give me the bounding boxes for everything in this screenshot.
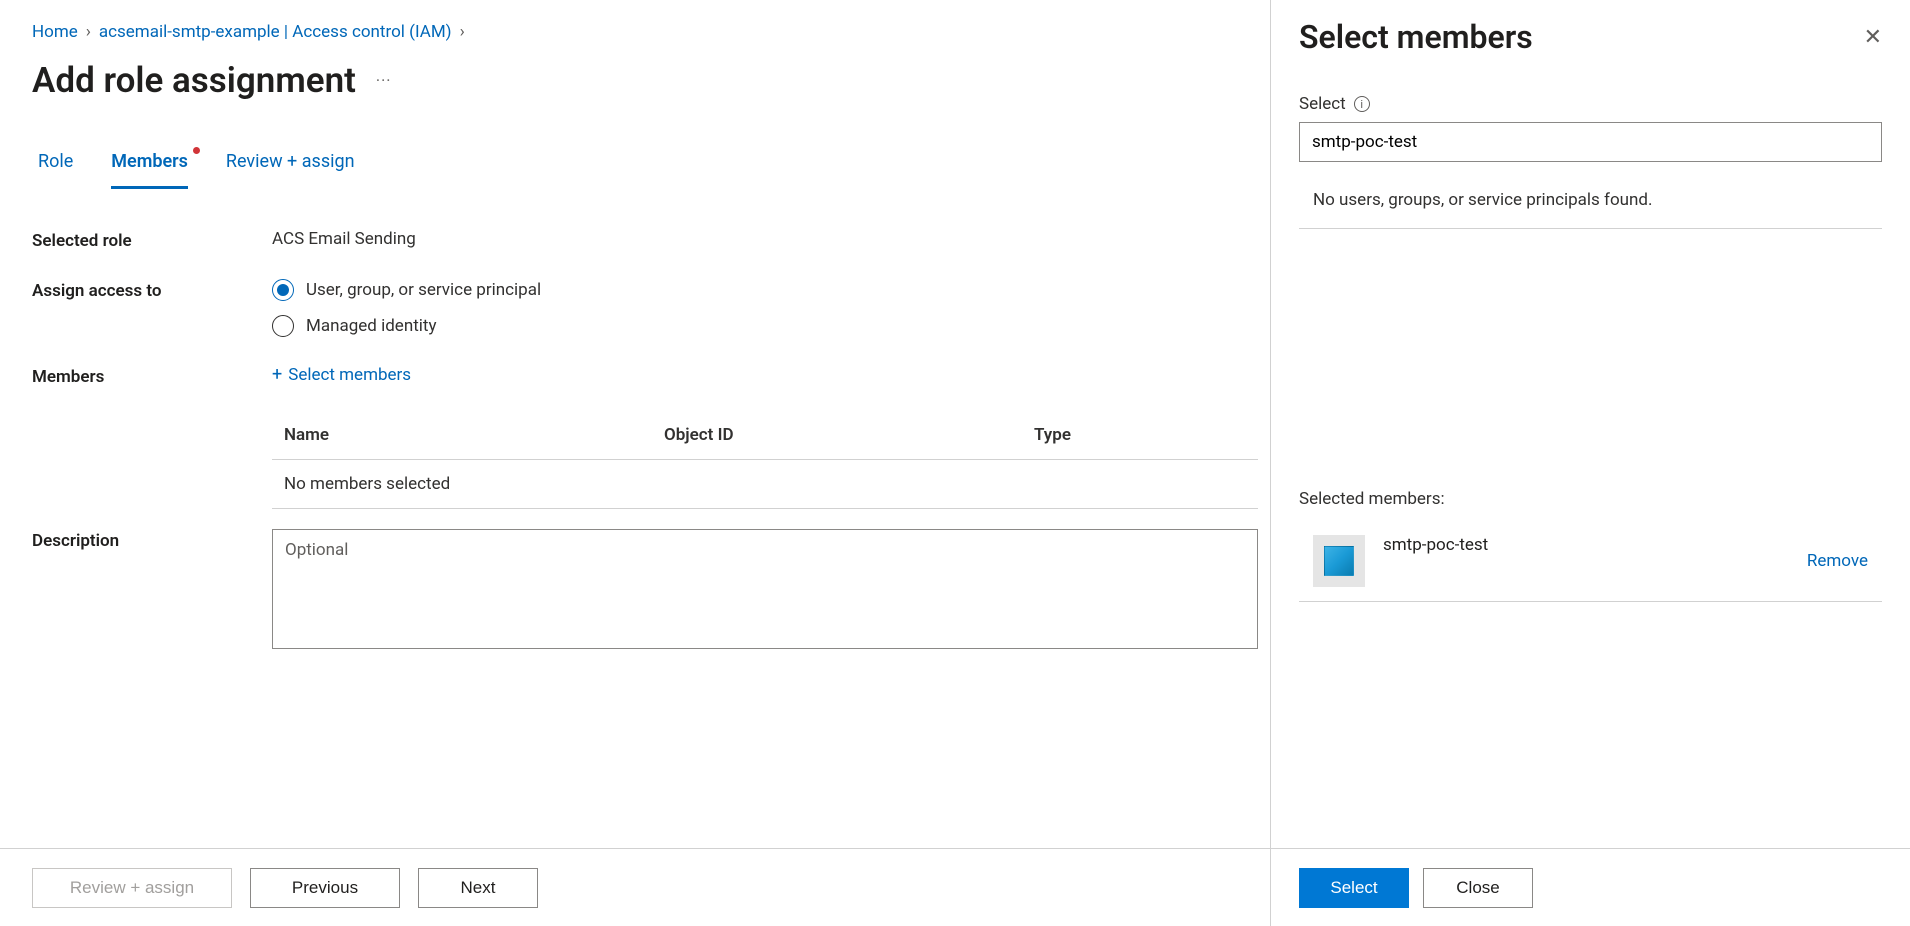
select-field-label: Select i <box>1299 94 1370 114</box>
col-object-id: Object ID <box>664 425 1034 445</box>
panel-body: Select i No users, groups, or service pr… <box>1271 66 1910 848</box>
remove-member-link[interactable]: Remove <box>1807 551 1868 571</box>
chevron-right-icon: › <box>460 22 465 42</box>
select-members-panel: Select members ✕ Select i No users, grou… <box>1270 0 1910 926</box>
members-row: Members + Select members Name Object ID … <box>32 365 1258 509</box>
panel-close-button[interactable]: Close <box>1423 868 1533 908</box>
selected-members-label: Selected members: <box>1299 489 1882 509</box>
selected-role-row: Selected role ACS Email Sending <box>32 229 1258 251</box>
assign-access-radio-group: User, group, or service principal Manage… <box>272 279 541 337</box>
breadcrumb-item[interactable]: acsemail-smtp-example | Access control (… <box>99 22 452 42</box>
col-name: Name <box>284 425 664 445</box>
tab-role[interactable]: Role <box>38 151 73 189</box>
assign-access-label: Assign access to <box>32 279 272 301</box>
members-table: Name Object ID Type No members selected <box>272 411 1258 509</box>
selected-member-row: smtp-poc-test Remove <box>1299 527 1882 602</box>
select-label-text: Select <box>1299 94 1346 114</box>
selected-member-name: smtp-poc-test <box>1383 535 1807 555</box>
no-results-message: No users, groups, or service principals … <box>1299 190 1882 229</box>
panel-footer: Select Close <box>1271 848 1910 926</box>
chevron-right-icon: › <box>86 22 91 42</box>
selected-role-label: Selected role <box>32 229 272 251</box>
page-title: Add role assignment <box>32 60 356 101</box>
tab-members-label: Members <box>111 151 188 172</box>
selected-role-value: ACS Email Sending <box>272 229 416 249</box>
members-label: Members <box>32 365 272 387</box>
col-type: Type <box>1034 425 1246 445</box>
tabs: Role Members Review + assign <box>32 151 1258 189</box>
member-search-input[interactable] <box>1299 122 1882 162</box>
radio-user-label: User, group, or service principal <box>306 280 541 300</box>
radio-user-group[interactable]: User, group, or service principal <box>272 279 541 301</box>
panel-title: Select members <box>1299 18 1533 56</box>
radio-icon <box>272 279 294 301</box>
previous-button[interactable]: Previous <box>250 868 400 908</box>
select-members-link[interactable]: + Select members <box>272 365 411 385</box>
main-content: Home › acsemail-smtp-example | Access co… <box>0 0 1290 926</box>
select-members-link-label: Select members <box>288 365 411 385</box>
close-icon[interactable]: ✕ <box>1864 25 1882 50</box>
radio-mi-label: Managed identity <box>306 316 437 336</box>
description-row: Description <box>32 529 1258 653</box>
plus-icon: + <box>272 366 282 384</box>
radio-icon <box>272 315 294 337</box>
description-input[interactable] <box>272 529 1258 649</box>
table-header: Name Object ID Type <box>272 411 1258 460</box>
more-icon[interactable]: ··· <box>376 71 392 90</box>
breadcrumb: Home › acsemail-smtp-example | Access co… <box>32 22 1258 42</box>
page-title-row: Add role assignment ··· <box>32 60 1258 101</box>
radio-managed-identity[interactable]: Managed identity <box>272 315 541 337</box>
attention-dot-icon <box>193 147 200 154</box>
panel-select-button[interactable]: Select <box>1299 868 1409 908</box>
review-assign-button[interactable]: Review + assign <box>32 868 232 908</box>
info-icon[interactable]: i <box>1354 96 1370 112</box>
footer-bar: Review + assign Previous Next <box>0 848 1290 926</box>
description-label: Description <box>32 529 272 551</box>
app-avatar-icon <box>1313 535 1365 587</box>
panel-header: Select members ✕ <box>1271 0 1910 66</box>
breadcrumb-home[interactable]: Home <box>32 22 78 42</box>
table-row: No members selected <box>272 460 1258 509</box>
tab-review[interactable]: Review + assign <box>226 151 355 189</box>
next-button[interactable]: Next <box>418 868 538 908</box>
empty-members: No members selected <box>284 474 664 494</box>
tab-members[interactable]: Members <box>111 151 188 189</box>
assign-access-row: Assign access to User, group, or service… <box>32 279 1258 337</box>
